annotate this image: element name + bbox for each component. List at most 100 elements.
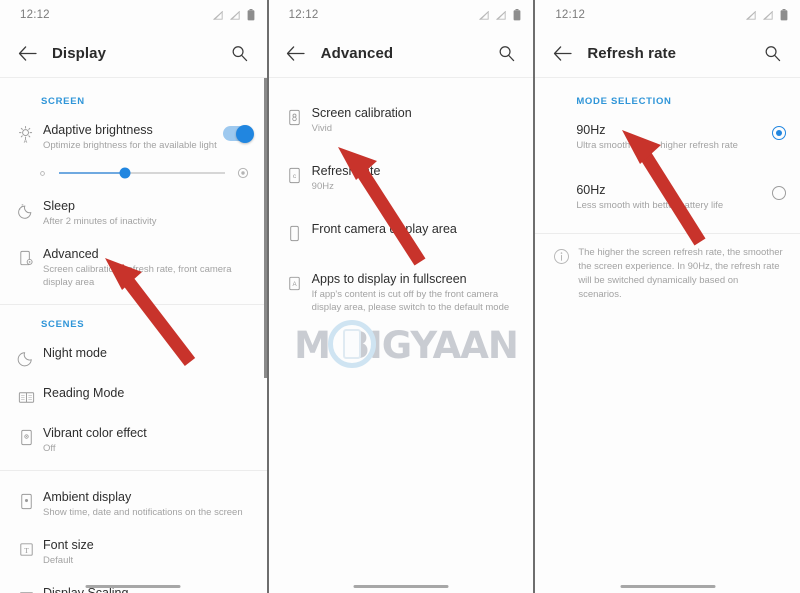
svg-text:c: c [293, 173, 297, 180]
refresh-rate-options[interactable]: MODE SELECTION 90Hz Ultra smooth with a … [535, 78, 800, 593]
row-subtitle: Show time, date and notifications on the… [43, 507, 243, 518]
status-icon-group [212, 9, 255, 21]
page-title: Display [52, 45, 107, 62]
row-font-size[interactable]: T Font size Default [0, 528, 267, 576]
row-text: Refresh rate 90Hz [309, 163, 520, 193]
info-note-text: The higher the screen refresh rate, the … [578, 247, 783, 300]
signal-off-icon [496, 10, 507, 21]
book-icon [12, 385, 40, 407]
navigation-gesture-pill[interactable] [85, 585, 181, 588]
back-arrow-icon[interactable] [12, 39, 42, 69]
svg-text:A: A [293, 281, 298, 288]
row-text: 60Hz Less smooth with better battery lif… [573, 182, 772, 212]
row-front-camera-display-area[interactable]: Front camera display area [269, 212, 534, 252]
slider-thumb[interactable] [119, 167, 131, 179]
status-time: 12:12 [555, 9, 586, 21]
moon-icon [12, 345, 40, 367]
brightness-slider-row[interactable] [0, 161, 267, 189]
panel-refresh-rate: 12:12 Refresh rate MODE SELECTION 90Hz U… [533, 0, 800, 593]
phone-gear-icon [12, 246, 40, 268]
display-settings-list[interactable]: SCREEN A Adaptive brightness Optimize br… [0, 78, 267, 593]
phone-color-icon [12, 425, 40, 447]
row-text: Sleep After 2 minutes of inactivity [40, 198, 253, 228]
refresh-rate-icon: c [281, 163, 309, 185]
row-subtitle: Screen calibration, refresh rate, front … [43, 264, 232, 288]
brightness-low-icon [38, 169, 47, 178]
battery-icon [247, 9, 255, 21]
brightness-slider[interactable] [59, 167, 225, 179]
option-subtitle: Less smooth with better battery life [576, 200, 724, 211]
row-reading-mode[interactable]: Reading Mode [0, 376, 267, 416]
battery-icon [780, 9, 788, 21]
row-advanced[interactable]: Advanced Screen calibration, refresh rat… [0, 237, 267, 298]
row-text: Adaptive brightness Optimize brightness … [40, 122, 223, 152]
row-subtitle: After 2 minutes of inactivity [43, 216, 157, 227]
row-vibrant-color-effect[interactable]: Vibrant color effect Off [0, 416, 267, 464]
radio-90hz[interactable] [771, 126, 786, 140]
row-text: Night mode [40, 345, 253, 361]
row-title: Adaptive brightness [43, 123, 153, 137]
signal-off-icon [745, 10, 757, 21]
row-subtitle: 90Hz [311, 181, 334, 192]
svg-text:z: z [18, 207, 20, 211]
status-time: 12:12 [288, 9, 319, 21]
row-refresh-rate[interactable]: c Refresh rate 90Hz [269, 154, 534, 202]
row-text: Advanced Screen calibration, refresh rat… [40, 246, 253, 289]
row-subtitle: Off [43, 443, 56, 454]
status-bar: 12:12 [535, 0, 800, 30]
option-title: 90Hz [576, 123, 606, 137]
adaptive-brightness-toggle[interactable] [222, 124, 254, 143]
row-title: Refresh rate [311, 164, 381, 178]
option-title: 60Hz [576, 183, 606, 197]
brightness-auto-icon: A [12, 122, 40, 144]
search-icon[interactable] [760, 41, 786, 67]
option-60hz[interactable]: 60Hz Less smooth with better battery lif… [535, 173, 800, 221]
row-trailing [771, 122, 786, 140]
option-subtitle: Ultra smooth with a higher refresh rate [576, 140, 738, 151]
apps-fullscreen-icon: A [281, 271, 309, 293]
row-text: Screen calibration Vivid [309, 105, 520, 135]
row-title: Advanced [43, 247, 99, 261]
panel-advanced: 12:12 Advanced Screen calibration Vivid … [266, 0, 534, 593]
row-night-mode[interactable]: Night mode [0, 336, 267, 376]
phone-calibration-icon [281, 105, 309, 127]
back-arrow-icon[interactable] [547, 39, 577, 69]
row-title: Night mode [43, 346, 107, 360]
row-apps-to-display-in-fullscreen[interactable]: A Apps to display in fullscreen If app's… [269, 262, 534, 323]
signal-off-icon [212, 10, 224, 21]
row-text: Apps to display in fullscreen If app's c… [309, 271, 520, 314]
phone-ambient-icon [12, 489, 40, 511]
status-bar: 12:12 [268, 0, 534, 30]
svg-text:A: A [23, 139, 27, 144]
toggle-knob [235, 124, 254, 143]
row-trailing [771, 182, 786, 200]
row-sleep[interactable]: z z Sleep After 2 minutes of inactivity [0, 189, 267, 237]
svg-text:T: T [24, 546, 29, 555]
back-arrow-icon[interactable] [281, 39, 311, 69]
sleep-moon-icon: z z [12, 198, 40, 220]
row-adaptive-brightness[interactable]: A Adaptive brightness Optimize brightnes… [0, 113, 267, 161]
radio-60hz[interactable] [771, 186, 786, 200]
navigation-gesture-pill[interactable] [353, 585, 449, 588]
option-90hz[interactable]: 90Hz Ultra smooth with a higher refresh … [535, 113, 800, 161]
advanced-settings-list[interactable]: Screen calibration Vivid c Refresh rate … [268, 78, 534, 593]
row-title: Front camera display area [311, 222, 457, 236]
row-trailing [222, 122, 254, 143]
row-text: 90Hz Ultra smooth with a higher refresh … [573, 122, 772, 152]
row-text: Front camera display area [309, 221, 520, 237]
row-title: Reading Mode [43, 386, 125, 400]
row-screen-calibration[interactable]: Screen calibration Vivid [269, 96, 534, 144]
navigation-gesture-pill[interactable] [620, 585, 716, 588]
row-text: Ambient display Show time, date and noti… [40, 489, 253, 519]
row-title: Font size [43, 538, 94, 552]
search-icon[interactable] [227, 41, 253, 67]
section-header-scenes: SCENES [41, 319, 85, 330]
display-scaling-icon [12, 585, 40, 593]
row-ambient-display[interactable]: Ambient display Show time, date and noti… [0, 480, 267, 528]
search-icon[interactable] [493, 41, 519, 67]
